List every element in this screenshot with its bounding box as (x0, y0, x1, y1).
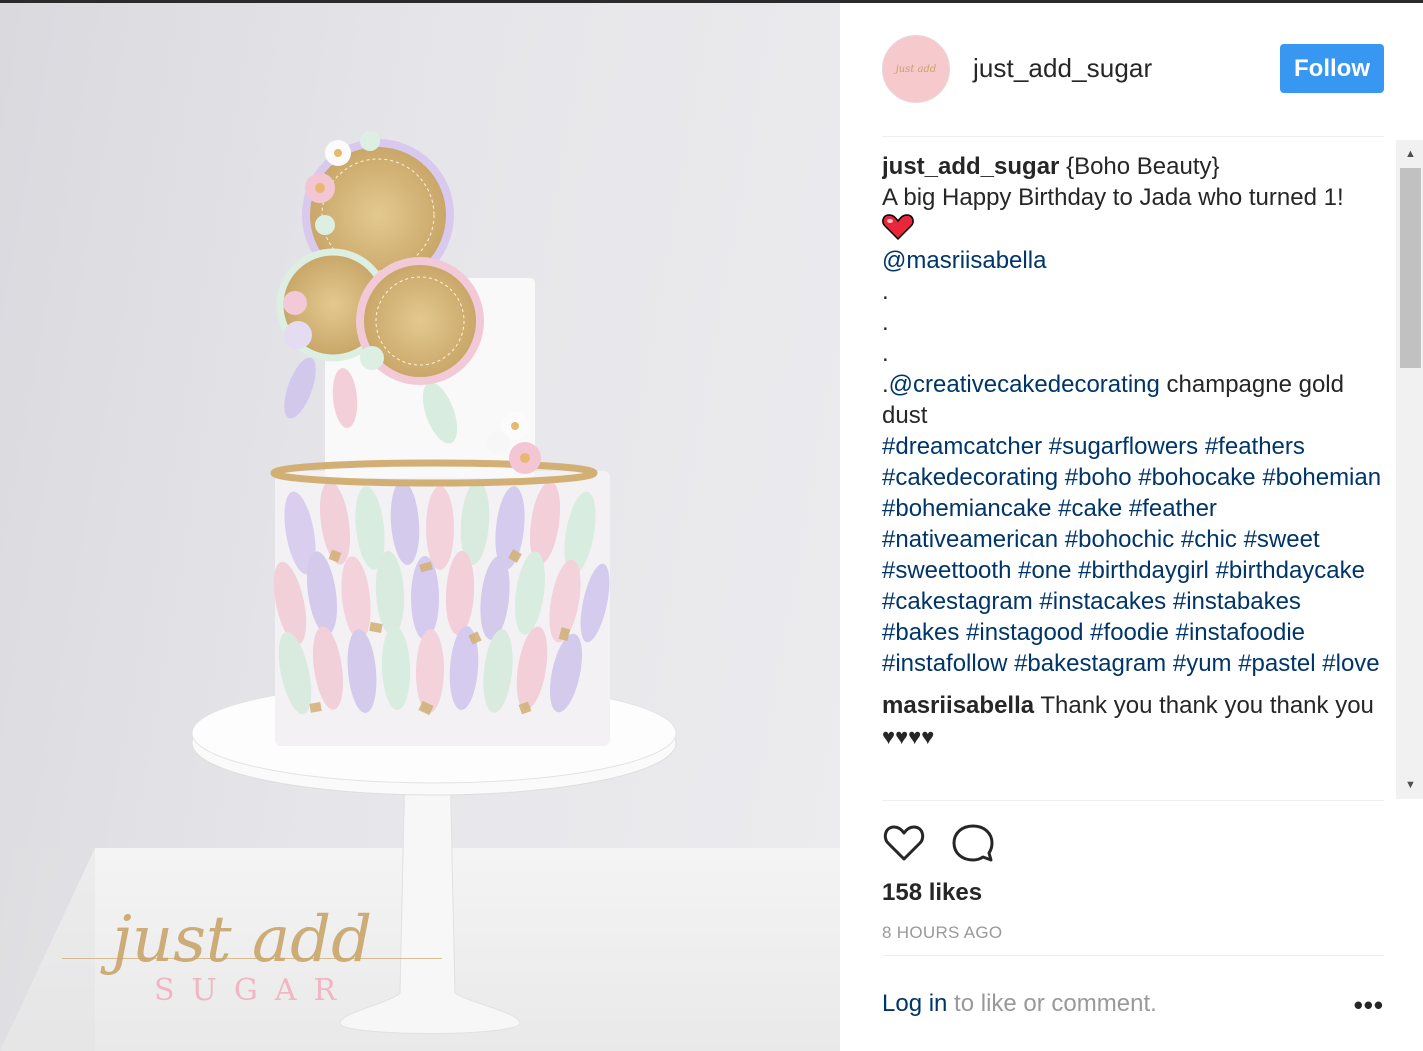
hashtag-link[interactable]: #bohochic (1065, 526, 1174, 553)
hashtag-link[interactable]: #sweet (1244, 526, 1320, 553)
watermark-script: just add (112, 903, 373, 977)
hashtag-link[interactable]: #birthdaycake (1216, 557, 1365, 584)
hashtag-link[interactable]: #feather (1129, 495, 1217, 522)
login-prompt: Log in to like or comment. ••• (882, 990, 1384, 1022)
post-details-panel: just add just_add_sugar Follow just_add_… (840, 3, 1423, 1051)
caption-dot-2: . (882, 309, 889, 336)
hashtag-link[interactable]: #sugarflowers (1049, 433, 1198, 460)
post-timestamp[interactable]: 8 HOURS AGO (882, 923, 1002, 943)
caption-username[interactable]: just_add_sugar (882, 153, 1059, 180)
hashtag-link[interactable]: #instagood (966, 619, 1083, 646)
hashtag-link[interactable]: #cakedecorating (882, 464, 1058, 491)
likes-count[interactable]: 158 likes (882, 879, 982, 907)
caption-emoji-line (882, 213, 1384, 245)
header-divider (882, 136, 1384, 137)
hashtag-link[interactable]: #love (1322, 650, 1379, 677)
hashtag-link[interactable]: #instafollow (882, 650, 1007, 677)
hashtag-link[interactable]: #one (1018, 557, 1071, 584)
mention-creativecakedecorating[interactable]: @creativecakedecorating (889, 371, 1160, 398)
hashtag-link[interactable]: #dreamcatcher (882, 433, 1042, 460)
avatar[interactable]: just add (882, 35, 950, 103)
hashtag-link[interactable]: #instacakes (1039, 588, 1166, 615)
hashtag-link[interactable]: #birthdaygirl (1078, 557, 1209, 584)
login-text: to like or comment. (947, 990, 1157, 1017)
caption-dot-3: . (882, 340, 889, 367)
hashtag-link[interactable]: #sweettooth (882, 557, 1011, 584)
red-heart-icon (882, 214, 914, 241)
hashtag-link[interactable]: #nativeamerican (882, 526, 1058, 553)
more-options-icon[interactable]: ••• (1354, 990, 1384, 1021)
hashtag-link[interactable]: #cakestagram (882, 588, 1033, 615)
caption-title: {Boho Beauty} (1066, 153, 1220, 180)
comments-list: just_add_sugar {Boho Beauty} A big Happy… (882, 151, 1384, 799)
post-header: just add just_add_sugar Follow (882, 33, 1384, 109)
comments-divider (882, 800, 1384, 801)
hashtag-link[interactable]: #bohemian (1262, 464, 1381, 491)
follow-button[interactable]: Follow (1280, 44, 1384, 93)
heart-outline-icon[interactable] (882, 821, 926, 865)
hashtag-link[interactable]: #bohocake (1138, 464, 1255, 491)
hashtag-link[interactable]: #foodie (1090, 619, 1169, 646)
comment-username[interactable]: masriisabella (882, 692, 1034, 719)
caption-dot-1: . (882, 278, 889, 305)
comment-hearts: ♥♥♥♥ (882, 724, 935, 749)
cake-illustration (0, 131, 840, 1051)
hashtag-link[interactable]: #feathers (1205, 433, 1305, 460)
caption-dot-prefix: . (882, 371, 889, 398)
action-bar (882, 821, 1082, 865)
hashtag-link[interactable]: #bakes (882, 619, 959, 646)
caption-line-1: just_add_sugar {Boho Beauty} (882, 151, 1384, 182)
hashtag-block: #dreamcatcher #sugarflowers #feathers #c… (882, 431, 1384, 679)
watermark-logo: just add SUGAR (62, 903, 442, 1013)
hashtag-link[interactable]: #cake (1058, 495, 1122, 522)
mention-masriisabella[interactable]: @masriisabella (882, 247, 1046, 274)
hashtag-link[interactable]: #pastel (1238, 650, 1315, 677)
comment-text: Thank you thank you thank you (1040, 692, 1374, 719)
comment-item: masriisabella Thank you thank you thank … (882, 690, 1384, 752)
avatar-logo-icon: just add (895, 63, 937, 75)
hashtag-link[interactable]: #chic (1181, 526, 1237, 553)
hashtag-link[interactable]: #bohemiancake (882, 495, 1051, 522)
header-username[interactable]: just_add_sugar (973, 53, 1152, 84)
hashtag-link[interactable]: #bakestagram (1014, 650, 1166, 677)
hashtag-link[interactable]: #instafoodie (1176, 619, 1305, 646)
caption-line-2: A big Happy Birthday to Jada who turned … (882, 184, 1344, 211)
footer-divider (882, 955, 1384, 956)
scroll-down-arrow-icon[interactable]: ▼ (1400, 777, 1421, 793)
caption-credit-line: .@creativecakedecorating champagne gold … (882, 369, 1384, 431)
login-link[interactable]: Log in (882, 990, 947, 1017)
hashtag-link[interactable]: #boho (1065, 464, 1132, 491)
watermark-caps: SUGAR (154, 973, 354, 1008)
scroll-up-arrow-icon[interactable]: ▲ (1400, 146, 1421, 162)
scrollbar-thumb[interactable] (1400, 168, 1421, 368)
comment-bubble-icon[interactable] (951, 821, 995, 865)
hashtag-link[interactable]: #instabakes (1173, 588, 1301, 615)
post-photo[interactable]: just add SUGAR (0, 3, 840, 1051)
hashtag-link[interactable]: #yum (1173, 650, 1232, 677)
